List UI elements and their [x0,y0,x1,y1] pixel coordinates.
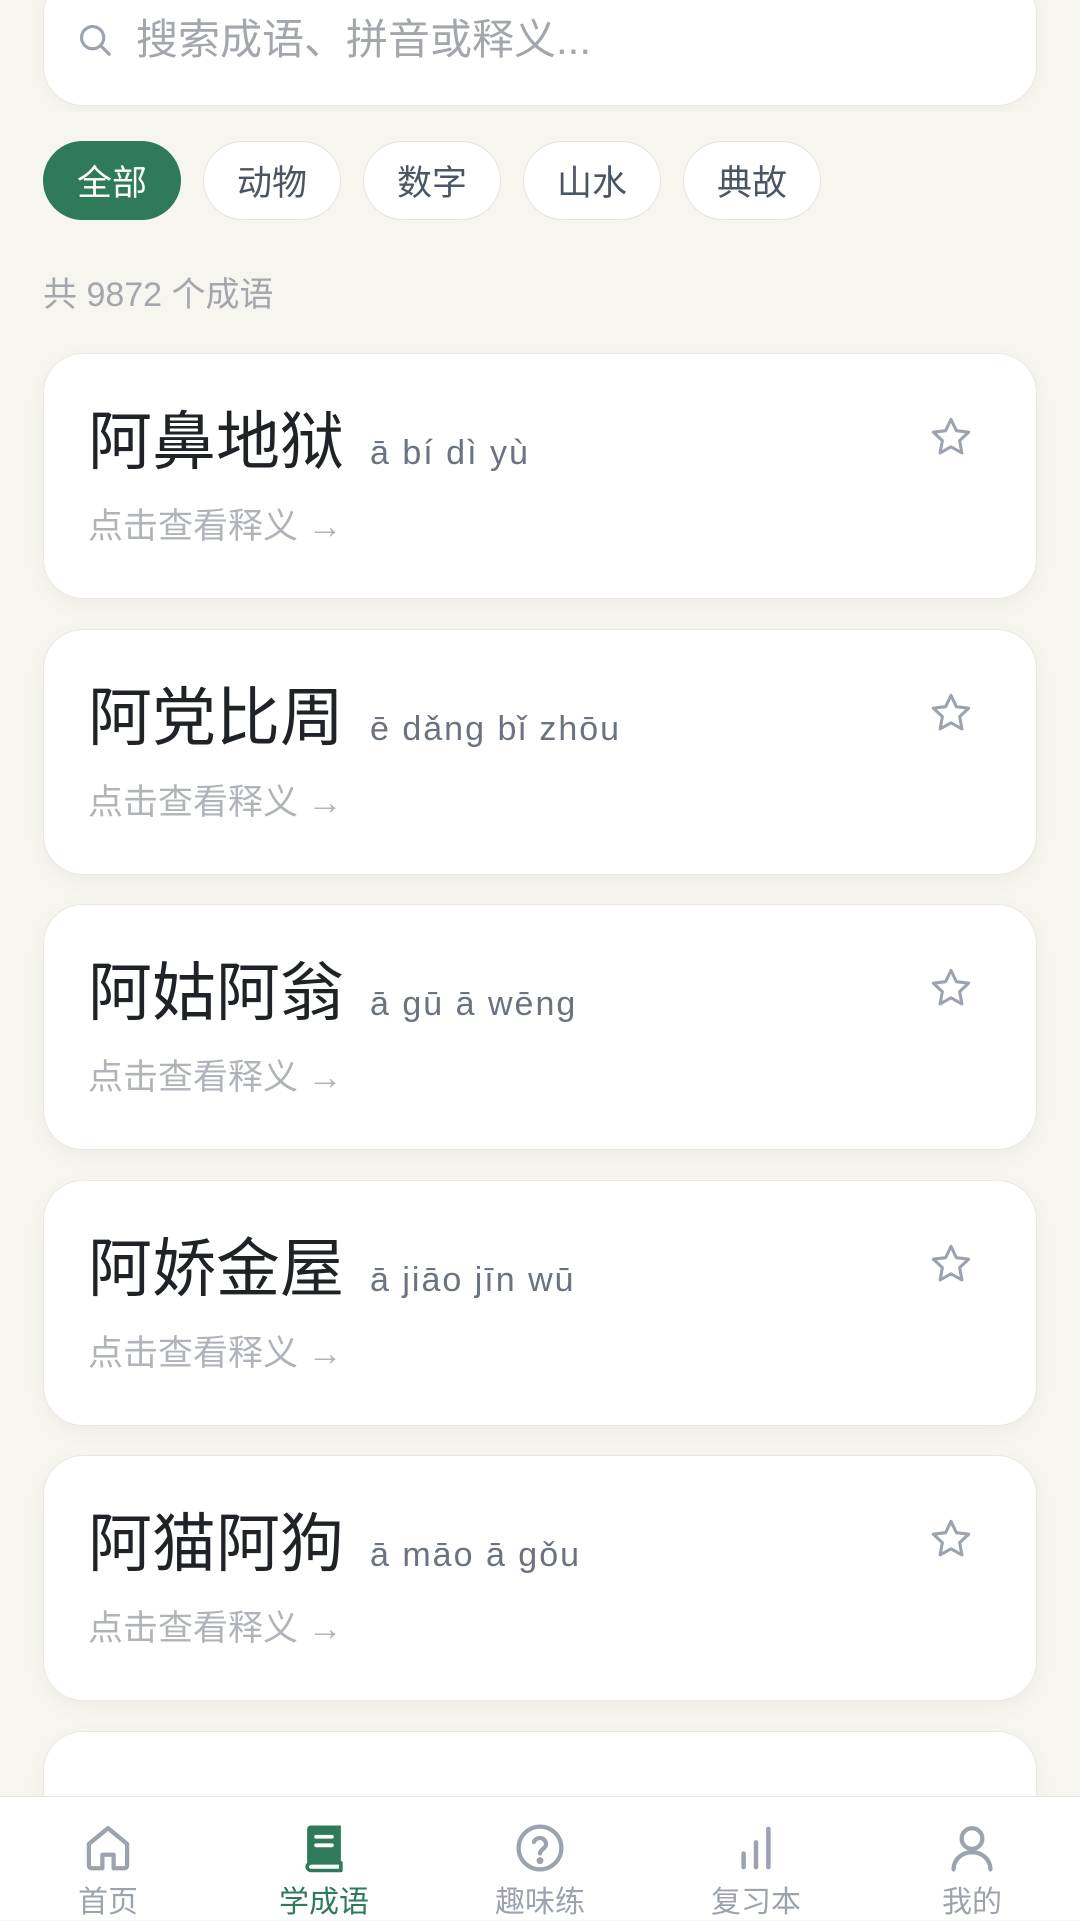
user-icon [945,1821,999,1875]
idiom-card[interactable]: 阿姑阿翁 ā gū ā wēng 点击查看释义 → [43,904,1037,1150]
filter-chip-animals[interactable]: 动物 [203,141,341,220]
star-icon [931,417,971,455]
idiom-pinyin: ā bí dì yù [370,434,530,472]
nav-label: 首页 [78,1886,138,1919]
idiom-word: 阿猫阿狗 [88,1509,344,1580]
nav-item-learn-idioms[interactable]: 学成语 [216,1797,432,1921]
star-icon [931,1519,971,1557]
search-input[interactable] [136,0,996,104]
filter-chips: 全部 动物 数字 山水 典故 [43,141,821,220]
idiom-card[interactable]: 阿党比周 ē dǎng bǐ zhōu 点击查看释义 → [43,628,1037,875]
idiom-list: 阿鼻地狱 ā bí dì yù 点击查看释义 → 阿党比周 ē dǎng bǐ … [43,353,1037,1796]
favorite-button[interactable] [928,690,974,736]
result-count: 共 9872 个成语 [43,276,274,314]
search-bar[interactable] [43,0,1037,106]
search-area [0,0,1080,112]
idiom-pinyin: ē dǎng bǐ zhōu [370,709,622,748]
idiom-word: 阿娇金屋 [88,1233,344,1305]
nav-item-review-book[interactable]: 复习本 [648,1797,864,1921]
star-icon [931,693,971,730]
view-definition-hint: 点击查看释义 → [88,1058,343,1097]
star-icon [931,968,971,1006]
idiom-card[interactable]: 阿猫阿狗 ā māo ā gǒu 点击查看释义 → [43,1455,1037,1701]
view-definition-hint: 点击查看释义 → [88,1609,343,1648]
idiom-pinyin: ā māo ā gǒu [370,1536,582,1574]
bar-chart-icon [729,1821,783,1875]
favorite-button[interactable] [928,1241,974,1287]
home-icon [81,1821,135,1875]
favorite-button[interactable] [928,414,974,460]
filter-chip-landscape[interactable]: 山水 [523,141,661,220]
question-circle-icon [513,1821,567,1875]
idiom-pinyin: ā jiāo jīn wū [370,1260,576,1299]
filter-chip-all[interactable]: 全部 [43,141,181,220]
bottom-nav: 首页 学成语 趣味练 复习本 我的 [0,1796,1080,1920]
favorite-button[interactable] [928,965,974,1011]
idiom-list-viewport: 阿鼻地狱 ā bí dì yù 点击查看释义 → 阿党比周 ē dǎng bǐ … [0,340,1080,1796]
star-icon [931,1244,971,1281]
nav-label: 复习本 [711,1886,801,1919]
view-definition-hint: 点击查看释义 → [88,507,343,546]
idiom-heading: 阿姑阿翁 ā gū ā wēng [88,962,577,1026]
idiom-word: 阿姑阿翁 [88,958,344,1029]
idiom-card-partial[interactable] [43,1730,1037,1796]
nav-item-profile[interactable]: 我的 [864,1797,1080,1921]
nav-item-home[interactable]: 首页 [0,1797,216,1921]
idiom-word: 阿党比周 [88,682,344,754]
idiom-heading: 阿党比周 ē dǎng bǐ zhōu [88,682,622,754]
book-icon [297,1821,351,1875]
idiom-card[interactable]: 阿鼻地狱 ā bí dì yù 点击查看释义 → [43,353,1037,599]
view-definition-hint: 点击查看释义 → [88,782,343,822]
nav-item-fun-practice[interactable]: 趣味练 [432,1797,648,1921]
view-definition-hint: 点击查看释义 → [88,1333,343,1373]
nav-label: 我的 [942,1886,1002,1919]
idiom-heading: 阿娇金屋 ā jiāo jīn wū [88,1233,576,1305]
idiom-heading: 阿猫阿狗 ā māo ā gǒu [88,1513,581,1577]
nav-label: 趣味练 [495,1886,585,1919]
filter-chip-numbers[interactable]: 数字 [363,141,501,220]
search-icon [76,21,114,59]
filter-chip-allusion[interactable]: 典故 [683,141,821,220]
favorite-button[interactable] [928,1516,974,1562]
idiom-pinyin: ā gū ā wēng [370,985,578,1023]
idiom-word: 阿鼻地狱 [88,407,344,478]
idiom-heading: 阿鼻地狱 ā bí dì yù [88,411,530,475]
idiom-card[interactable]: 阿娇金屋 ā jiāo jīn wū 点击查看释义 → [43,1179,1037,1426]
nav-label: 学成语 [279,1886,369,1919]
